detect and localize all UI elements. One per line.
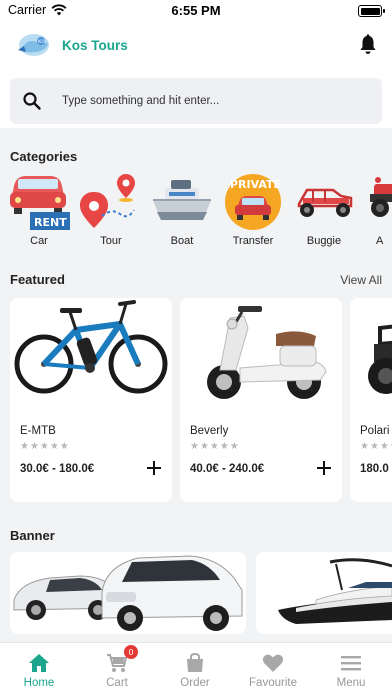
app-title: Kos Tours <box>62 38 128 53</box>
banner-boat[interactable] <box>256 552 392 634</box>
rating-stars: ★★★★★ <box>360 441 392 452</box>
e-bike-image <box>10 298 172 406</box>
map-pin-tour-icon <box>80 174 135 228</box>
categories-title: Categories <box>10 149 78 164</box>
search-icon <box>23 92 41 110</box>
category-car[interactable]: RENT Car <box>8 172 70 252</box>
search-input[interactable] <box>62 78 362 124</box>
status-bar: Carrier 6:55 PM <box>0 0 392 22</box>
view-all-link[interactable]: View All <box>340 273 382 287</box>
rating-stars: ★★★★★ <box>190 441 240 452</box>
product-name: E-MTB <box>20 425 56 437</box>
add-icon[interactable] <box>146 460 162 476</box>
nav-order[interactable]: Order <box>156 643 234 696</box>
app-header: KOS Kos Tours <box>0 22 392 70</box>
nav-menu[interactable]: Menu <box>312 643 390 696</box>
svg-text:KOS: KOS <box>38 39 47 44</box>
bottom-navigation: Home 0 Cart Order Favourite Menu <box>0 642 392 696</box>
nav-favourite[interactable]: Favourite <box>234 643 312 696</box>
battery-icon <box>358 5 385 17</box>
category-label: Buggie <box>306 235 342 247</box>
product-price: 180.0 <box>360 463 389 475</box>
cars-banner-image <box>10 552 246 634</box>
product-price: 40.0€ - 240.0€ <box>190 463 265 475</box>
utv-image <box>350 298 392 406</box>
product-name: Polari <box>360 425 390 437</box>
svg-text:PRIVATE: PRIVATE <box>230 178 281 191</box>
app-logo: KOS <box>18 34 49 56</box>
featured-title: Featured <box>10 272 65 287</box>
nav-label: Cart <box>106 677 128 689</box>
category-label: Tour <box>100 235 122 247</box>
svg-text:RENT: RENT <box>34 216 67 229</box>
car-rental-icon: RENT <box>10 176 70 230</box>
category-boat[interactable]: Boat <box>151 172 213 252</box>
category-tour[interactable]: Tour <box>80 172 142 252</box>
product-name: Beverly <box>190 425 229 437</box>
add-icon[interactable] <box>316 460 332 476</box>
category-buggie[interactable]: Buggie <box>293 172 355 252</box>
bell-icon[interactable] <box>358 34 378 56</box>
heart-icon <box>262 654 284 672</box>
banner-title: Banner <box>10 528 55 543</box>
nav-label: Menu <box>336 677 366 689</box>
category-atv[interactable]: A <box>366 172 392 252</box>
rating-stars: ★★★★★ <box>20 441 70 452</box>
nav-cart[interactable]: 0 Cart <box>78 643 156 696</box>
product-card-beverly[interactable]: Beverly ★★★★★ 40.0€ - 240.0€ <box>180 298 342 502</box>
product-card-polaris[interactable]: Polari ★★★★★ 180.0 <box>350 298 392 502</box>
product-card-emtb[interactable]: E-MTB ★★★★★ 30.0€ - 180.0€ <box>10 298 172 502</box>
category-label: Transfer <box>232 235 274 247</box>
nav-label: Home <box>23 677 55 689</box>
category-label: A <box>376 235 384 247</box>
speedboat-banner-image <box>256 552 392 634</box>
boat-icon <box>153 180 211 220</box>
search-bar[interactable] <box>10 78 382 124</box>
category-transfer[interactable]: PRIVATE Transfer <box>222 172 284 252</box>
private-transfer-icon: PRIVATE <box>225 174 281 230</box>
category-label: Boat <box>170 235 194 247</box>
atv-icon <box>370 177 392 217</box>
product-price: 30.0€ - 180.0€ <box>20 463 95 475</box>
buggy-icon <box>297 188 353 217</box>
category-label: Car <box>30 235 48 247</box>
scooter-image <box>180 298 342 406</box>
clock: 6:55 PM <box>171 3 221 18</box>
menu-icon <box>341 656 361 671</box>
banner-cars[interactable] <box>10 552 246 634</box>
home-icon <box>29 654 49 672</box>
shopping-bag-icon <box>187 653 203 672</box>
app-screen: Carrier 6:55 PM KOS Kos Tours Type somet… <box>0 0 392 696</box>
nav-label: Favourite <box>249 677 297 689</box>
search-section <box>0 70 392 128</box>
nav-label: Order <box>180 677 210 689</box>
nav-home[interactable]: Home <box>0 643 78 696</box>
cart-badge: 0 <box>124 645 138 659</box>
